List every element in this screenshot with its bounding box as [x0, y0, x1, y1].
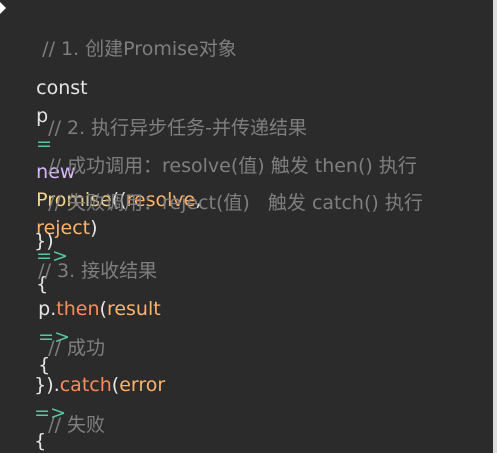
param-error: error: [119, 374, 166, 396]
comment-text: // 失败调用：reject(值) 触发 catch() 执行: [48, 192, 423, 214]
mouse-cursor-icon: [0, 2, 6, 14]
code-line-7: // 3. 接收结果: [14, 229, 157, 282]
code-editor[interactable]: // 1. 创建Promise对象 const p = new Promise(…: [0, 0, 497, 453]
code-line-12: }): [10, 420, 54, 453]
code-line-2: const p = new Promise((resolve, reject) …: [12, 46, 201, 295]
code-line-11: // 失败: [24, 383, 105, 436]
code-line-10: }).catch(error => {: [10, 343, 165, 452]
right-edge-divider: [493, 0, 497, 453]
comment-text: // 失败: [48, 414, 106, 436]
code-line-8: p.then(result => {: [14, 267, 161, 376]
code-line-1: // 1. 创建Promise对象: [18, 7, 237, 60]
code-line-4: // 成功调用：resolve(值) 触发 then() 执行: [24, 124, 417, 177]
param-result: result: [106, 298, 161, 320]
code-line-5: // 失败调用：reject(值) 触发 catch() 执行: [24, 161, 423, 214]
code-line-3: // 2. 执行异步任务-并传递结果: [24, 86, 307, 139]
code-line-6: }): [10, 199, 54, 252]
code-line-9: // 成功: [24, 306, 105, 359]
